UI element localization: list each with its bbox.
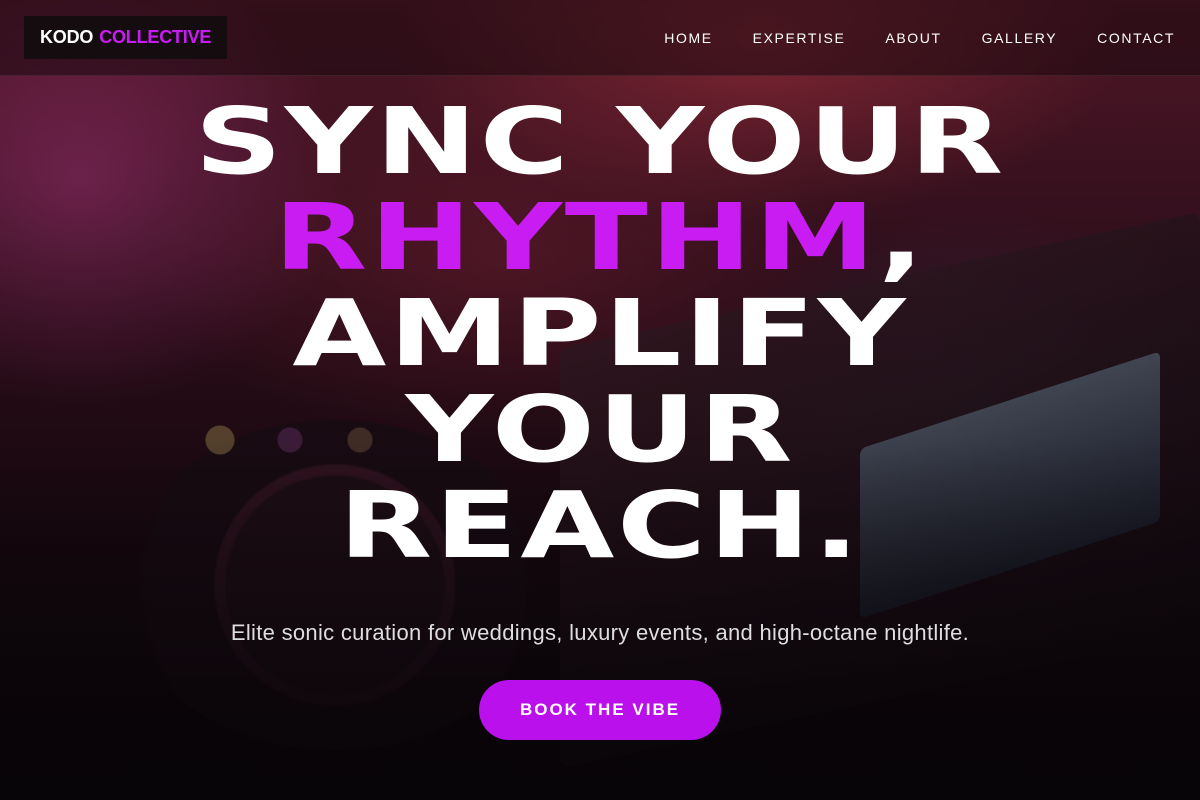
nav-item-contact[interactable]: CONTACT	[1097, 30, 1175, 46]
brand-logo[interactable]: KODO COLLECTIVE	[24, 16, 228, 59]
headline-comma: ,	[877, 184, 927, 291]
hero-headline: SYNC YOUR RHYTHM, AMPLIFY YOUR REACH.	[194, 94, 1005, 574]
navbar: KODO COLLECTIVE HOME EXPERTISE ABOUT GAL…	[0, 0, 1200, 76]
nav-item-home[interactable]: HOME	[664, 30, 712, 46]
headline-line-4: YOUR	[405, 376, 795, 483]
brand-name-primary: KODO	[40, 27, 94, 47]
headline-line-3: AMPLIFY	[292, 280, 908, 387]
nav-item-about[interactable]: ABOUT	[885, 30, 941, 46]
hero-subtitle: Elite sonic curation for weddings, luxur…	[230, 620, 970, 645]
headline-line-5: REACH.	[338, 472, 862, 579]
nav-item-gallery[interactable]: GALLERY	[982, 30, 1058, 46]
headline-line-2: RHYTHM,	[194, 190, 1005, 286]
book-the-vibe-button[interactable]: BOOK THE VIBE	[479, 680, 721, 740]
brand-name-accent: COLLECTIVE	[99, 27, 212, 47]
headline-line-1: SYNC YOUR	[194, 88, 1006, 195]
headline-accent-word: RHYTHM	[273, 184, 878, 291]
main-menu: HOME EXPERTISE ABOUT GALLERY CONTACT	[664, 30, 1175, 46]
nav-item-expertise[interactable]: EXPERTISE	[753, 30, 846, 46]
hero-section: SYNC YOUR RHYTHM, AMPLIFY YOUR REACH. El…	[0, 76, 1200, 800]
